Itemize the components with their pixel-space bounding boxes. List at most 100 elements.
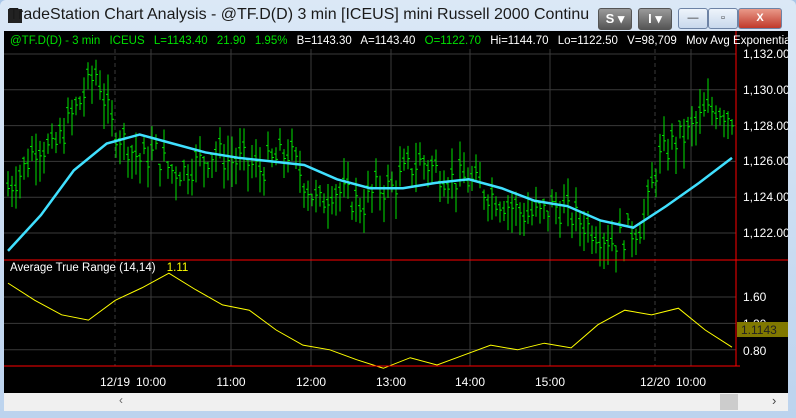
price-bar xyxy=(10,175,14,207)
price-bar xyxy=(562,184,566,214)
time-tick: 14:00 xyxy=(455,375,485,389)
price-bar xyxy=(154,134,158,150)
price-bar xyxy=(422,155,426,180)
price-bar xyxy=(126,146,130,178)
price-bar xyxy=(242,128,246,171)
price-tick: 1,128.00 xyxy=(743,119,788,133)
price-bar xyxy=(78,96,82,110)
price-bar xyxy=(238,128,242,171)
price-bar xyxy=(54,131,58,154)
price-bar xyxy=(278,128,282,151)
price-bar xyxy=(722,110,726,138)
price-bar xyxy=(266,131,270,160)
price-bar xyxy=(134,132,138,175)
price-bar xyxy=(694,110,698,146)
price-bar xyxy=(42,141,46,174)
price-bar xyxy=(170,163,174,184)
atr-value: 1.11 xyxy=(167,262,189,274)
price-bar xyxy=(222,144,226,189)
price-bar xyxy=(82,77,86,117)
price-bar xyxy=(618,208,622,234)
atr-label: Average True Range (14,14) xyxy=(10,262,156,274)
price-bar xyxy=(474,154,478,181)
indicator-button[interactable]: I ▾ xyxy=(638,8,672,30)
time-tick: 12:00 xyxy=(296,375,326,389)
price-tick: 1,122.00 xyxy=(743,226,788,240)
strategy-button[interactable]: S ▾ xyxy=(598,8,632,30)
price-bar xyxy=(378,175,382,211)
price-bar xyxy=(430,155,434,184)
price-bar xyxy=(678,120,682,139)
price-bar xyxy=(18,164,22,199)
window-title: TradeStation Chart Analysis - @TF.D(D) 3… xyxy=(8,6,590,23)
minimize-button[interactable]: — xyxy=(678,8,708,29)
price-bar xyxy=(290,128,294,161)
atr-line xyxy=(7,272,733,369)
price-bar xyxy=(30,136,34,162)
price-bar xyxy=(202,156,206,188)
price-bar xyxy=(494,196,498,217)
price-bar xyxy=(482,189,486,210)
price-bar xyxy=(62,118,66,154)
price-bar xyxy=(6,171,10,197)
chart-area[interactable]: 1,132.00 1,130.00 1,128.00 1,126.00 1,12… xyxy=(4,31,796,393)
price-bar xyxy=(570,212,574,239)
price-bar xyxy=(318,184,322,207)
price-bar xyxy=(246,158,250,192)
price-bar xyxy=(454,182,458,213)
price-bar xyxy=(594,226,598,254)
price-bar xyxy=(302,183,306,208)
price-bar xyxy=(118,130,122,165)
price-tick: 1,130.00 xyxy=(743,83,788,97)
maximize-button[interactable]: ▫ xyxy=(708,8,738,29)
price-bar xyxy=(362,189,366,233)
scroll-thumb[interactable] xyxy=(720,394,738,410)
time-tick: 12/19 xyxy=(100,375,130,389)
price-bar xyxy=(106,74,110,124)
price-bar xyxy=(50,123,54,149)
price-bar xyxy=(174,166,178,201)
price-bar xyxy=(146,146,150,188)
price-bar xyxy=(602,232,606,269)
price-bar xyxy=(614,245,618,273)
price-bar xyxy=(94,59,98,86)
price-bar xyxy=(670,123,674,150)
price-bar xyxy=(706,78,710,113)
price-bar xyxy=(350,201,354,220)
price-bar xyxy=(442,170,446,197)
price-bar xyxy=(74,96,78,116)
price-bar xyxy=(610,220,614,252)
atr-tick: 0.80 xyxy=(743,344,767,358)
price-bar xyxy=(622,240,626,262)
price-bar xyxy=(286,139,290,173)
price-bar xyxy=(450,148,454,199)
price-bar xyxy=(686,116,690,140)
price-bar xyxy=(34,133,38,186)
scroll-left-icon[interactable]: ‹ xyxy=(119,393,123,407)
price-bar xyxy=(270,148,274,168)
price-bar xyxy=(538,200,542,224)
price-tick: 1,126.00 xyxy=(743,154,788,168)
time-tick: 12/20 xyxy=(640,375,670,389)
price-bar xyxy=(518,202,522,236)
price-bar xyxy=(486,194,490,222)
time-tick: 10:00 xyxy=(136,375,166,389)
scroll-right-icon[interactable]: › xyxy=(772,393,776,408)
price-bar xyxy=(334,184,338,216)
price-bar xyxy=(558,200,562,238)
price-bar xyxy=(530,200,534,226)
price-tick: 1,124.00 xyxy=(743,190,788,204)
price-bar xyxy=(418,142,422,166)
price-bar xyxy=(226,135,230,181)
price-bar xyxy=(398,146,402,187)
price-bar xyxy=(186,164,190,195)
price-bar xyxy=(46,133,50,154)
quote-header: @TF.D(D) - 3 min ICEUS L=1143.40 21.90 1… xyxy=(10,35,788,47)
close-button[interactable]: X xyxy=(738,8,782,29)
price-bar xyxy=(322,193,326,214)
price-bar xyxy=(582,210,586,252)
price-bar xyxy=(178,171,182,187)
price-bar xyxy=(70,99,74,136)
price-bar xyxy=(66,97,70,124)
horizontal-scrollbar[interactable]: ‹ › xyxy=(4,393,788,411)
